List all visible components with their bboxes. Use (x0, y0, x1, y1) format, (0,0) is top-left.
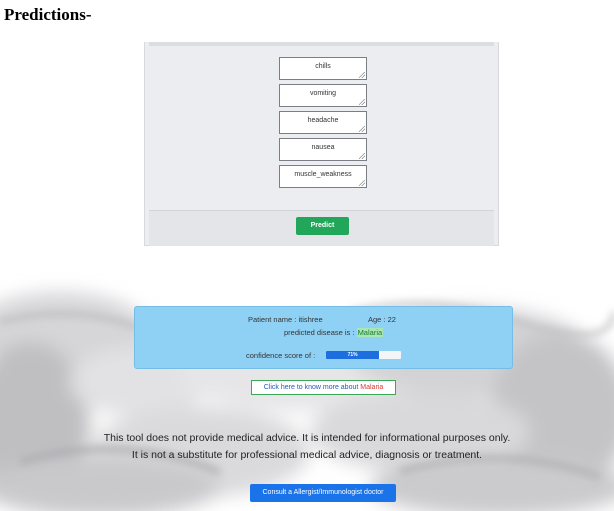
know-more-label: Click here to know more about (263, 384, 359, 391)
symptom-form-panel: chills vomiting headache nausea muscle_w… (144, 42, 499, 246)
symptom-field-1[interactable]: chills (279, 57, 367, 80)
know-more-link[interactable]: Click here to know more about Malaria (251, 380, 396, 395)
symptom-field-4[interactable]: nausea (279, 138, 367, 161)
patient-name-label: Patient name : (248, 315, 297, 324)
resize-grip-icon[interactable] (359, 126, 365, 132)
panel-top-border (149, 42, 494, 46)
patient-name-row: Patient name : itishree (248, 315, 323, 324)
age-label: Age : (368, 315, 386, 324)
age-row: Age : 22 (368, 315, 396, 324)
predicted-disease-label: predicted disease is : (284, 328, 355, 337)
symptom-field-2[interactable]: vomiting (279, 84, 367, 107)
resize-grip-icon[interactable] (359, 99, 365, 105)
resize-grip-icon[interactable] (359, 180, 365, 186)
symptom-value: muscle_weakness (294, 171, 352, 178)
prediction-result-card: Patient name : itishree Age : 22 predict… (134, 306, 513, 369)
know-more-disease: Malaria (360, 384, 384, 391)
predicted-disease-row: predicted disease is : Malaria (284, 328, 384, 337)
consult-doctor-button[interactable]: Consult a Allergist/Immunologist doctor (250, 484, 396, 502)
confidence-fill: 71% (326, 351, 380, 359)
confidence-label: confidence score of : (246, 351, 316, 360)
resize-grip-icon[interactable] (359, 153, 365, 159)
symptom-field-5[interactable]: muscle_weakness (279, 165, 367, 188)
predict-button[interactable]: Predict (296, 217, 349, 235)
age-value: 22 (387, 315, 396, 324)
symptom-value: vomiting (309, 90, 337, 97)
page-title: Predictions- (4, 5, 92, 24)
confidence-progress-bar: 71% (326, 351, 401, 359)
symptom-value: headache (307, 117, 339, 124)
resize-grip-icon[interactable] (359, 72, 365, 78)
disclaimer-line-2: It is not a substitute for professional … (131, 449, 483, 461)
disclaimer-line-1: This tool does not provide medical advic… (103, 432, 511, 444)
patient-name-value: itishree (298, 315, 323, 324)
predicted-disease-value: Malaria (356, 328, 384, 337)
symptom-field-3[interactable]: headache (279, 111, 367, 134)
symptom-value: chills (315, 63, 331, 70)
symptom-value: nausea (311, 144, 335, 151)
